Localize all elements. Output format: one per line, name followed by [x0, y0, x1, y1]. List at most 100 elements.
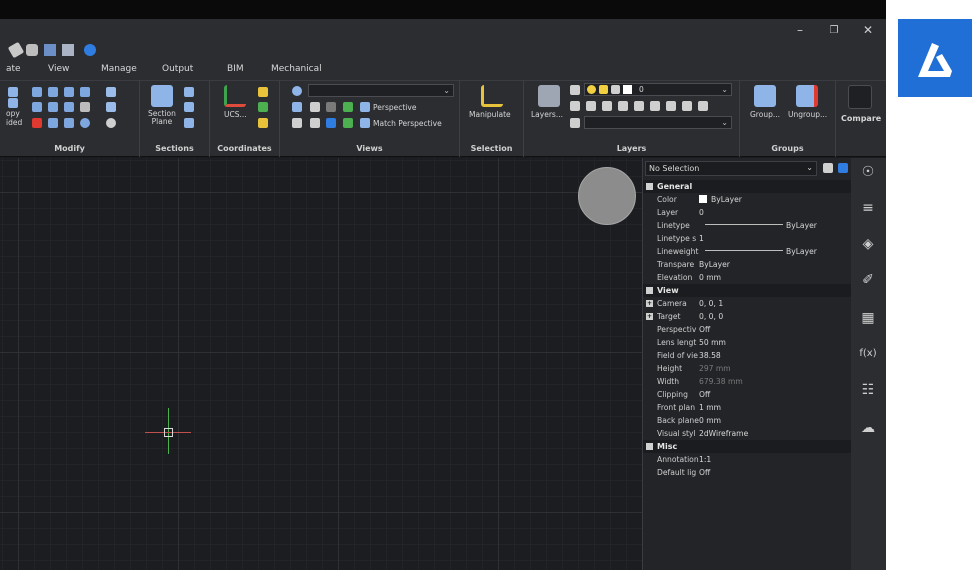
section-general[interactable]: General — [643, 180, 852, 193]
manipulate-button[interactable]: Manipulate — [469, 111, 511, 119]
property-row[interactable]: Linetype s1 — [643, 232, 852, 245]
property-value[interactable]: Off — [699, 388, 710, 401]
property-row[interactable]: Height 297 mm — [643, 362, 852, 375]
property-row[interactable]: Width 679.38 mm — [643, 375, 852, 388]
property-row[interactable]: Back plane 0 mm — [643, 414, 852, 427]
perspective-checkbox-icon[interactable] — [343, 102, 353, 112]
camera-icon[interactable] — [292, 102, 302, 112]
collapse-icon[interactable] — [646, 183, 653, 190]
rotate-icon[interactable] — [64, 102, 74, 112]
property-row[interactable]: Default lig Off — [643, 466, 852, 479]
group-icon[interactable] — [754, 85, 776, 107]
property-value[interactable]: ByLayer — [699, 193, 742, 206]
tab-output[interactable]: Output — [162, 64, 193, 74]
property-value[interactable]: 1 — [699, 232, 704, 245]
function-icon[interactable]: f(x) — [858, 344, 878, 364]
tab-view[interactable]: View — [48, 64, 69, 74]
break-icon[interactable] — [80, 102, 90, 112]
section-view[interactable]: View — [643, 284, 852, 297]
layers-stack-icon[interactable]: ◈ — [858, 234, 878, 254]
property-row[interactable]: Color ByLayer — [643, 193, 852, 206]
quick-select-icon[interactable] — [838, 163, 848, 173]
layer-tool-2[interactable] — [586, 101, 596, 111]
compare-button[interactable]: Compare — [841, 115, 881, 123]
section-icon-3[interactable] — [184, 118, 194, 128]
expand-icon[interactable]: + — [646, 300, 653, 307]
tab-manage[interactable]: Manage — [101, 64, 137, 74]
viewport-icon[interactable] — [62, 44, 74, 56]
property-value[interactable]: 0, 0, 1 — [699, 297, 723, 310]
layer-tool-3[interactable] — [602, 101, 612, 111]
close-button[interactable]: ✕ — [854, 22, 882, 39]
paperclip-icon[interactable]: ✐ — [858, 270, 878, 290]
layer-tool-5[interactable] — [634, 101, 644, 111]
properties-icon[interactable] — [26, 44, 38, 56]
ucs-icon[interactable] — [224, 85, 246, 107]
property-row[interactable]: Clipping Off — [643, 388, 852, 401]
lightbulb-icon[interactable]: ☉ — [858, 162, 878, 182]
layer-match-icon[interactable] — [570, 118, 580, 128]
layout-icon[interactable] — [44, 44, 56, 56]
collapse-icon[interactable] — [646, 287, 653, 294]
compare-icon[interactable] — [848, 85, 872, 109]
view-icon-3[interactable] — [292, 118, 302, 128]
sliders-icon[interactable]: ≡ — [858, 198, 878, 218]
match-perspective-icon[interactable] — [360, 118, 370, 128]
hatch-grid-icon[interactable]: ▦ — [858, 308, 878, 328]
minimize-button[interactable]: – — [786, 22, 814, 39]
mirror-icon[interactable] — [32, 87, 42, 97]
ucs-icon-3[interactable] — [258, 118, 268, 128]
section-plane-icon[interactable] — [151, 85, 173, 107]
help-icon[interactable] — [84, 44, 96, 56]
selection-dropdown[interactable]: No Selection ⌄ — [645, 161, 817, 176]
property-row[interactable]: + Camera 0, 0, 1 — [643, 297, 852, 310]
layer-dropdown[interactable]: 0 ⌄ — [584, 83, 732, 96]
trim-icon[interactable] — [32, 102, 42, 112]
property-row[interactable]: Front plan 1 mm — [643, 401, 852, 414]
offset-icon[interactable] — [64, 87, 74, 97]
explode-icon[interactable] — [48, 118, 58, 128]
property-value[interactable]: 0 — [699, 206, 704, 219]
ungroup-button[interactable]: Ungroup... — [788, 111, 827, 119]
layers-manager-icon[interactable] — [538, 85, 560, 107]
named-views-dropdown[interactable]: ⌄ — [308, 84, 454, 97]
cloud-upload-icon[interactable]: ☁ — [858, 418, 878, 438]
layer-state-icon[interactable] — [570, 85, 580, 95]
property-value[interactable]: 679.38 mm — [699, 375, 743, 388]
scale-icon[interactable] — [80, 87, 90, 97]
view-icon-2[interactable] — [326, 102, 336, 112]
fillet-icon[interactable] — [64, 118, 74, 128]
ungroup-icon[interactable] — [796, 85, 818, 107]
section-plane-button[interactable]: Section Plane — [148, 110, 176, 126]
property-row[interactable]: + Target 0, 0, 0 — [643, 310, 852, 323]
property-value[interactable]: ByLayer — [699, 258, 730, 271]
view-icon-6[interactable] — [343, 118, 353, 128]
property-value[interactable]: 1:1 — [699, 453, 711, 466]
perspective-button[interactable]: Perspective — [373, 104, 416, 112]
ucs-button[interactable]: UCS... — [224, 111, 247, 119]
layer-tool-7[interactable] — [666, 101, 676, 111]
layers-button[interactable]: Layers... — [531, 111, 563, 119]
property-row[interactable]: Lens lengt 50 mm — [643, 336, 852, 349]
restore-button[interactable]: ❐ — [820, 22, 848, 39]
ucs-icon-1[interactable] — [258, 87, 268, 97]
view-icon-5[interactable] — [326, 118, 336, 128]
property-value[interactable]: 0 mm — [699, 414, 721, 427]
align-icon[interactable] — [106, 118, 116, 128]
match-perspective-button[interactable]: Match Perspective — [373, 120, 442, 128]
property-value[interactable]: 50 mm — [699, 336, 726, 349]
property-value[interactable]: 297 mm — [699, 362, 731, 375]
property-row[interactable]: Lineweight ByLayer — [643, 245, 852, 258]
move-icon[interactable] — [8, 98, 18, 108]
layer-filter-dropdown[interactable]: ⌄ — [584, 116, 732, 129]
tab-mechanical[interactable]: Mechanical — [271, 64, 322, 74]
layer-tool-8[interactable] — [682, 101, 692, 111]
layer-tool-4[interactable] — [618, 101, 628, 111]
tab-create[interactable]: ate — [6, 64, 21, 74]
property-row[interactable]: Visual styl 2dWireframe — [643, 427, 852, 440]
property-value[interactable]: Off — [699, 466, 710, 479]
expand-icon[interactable]: + — [646, 313, 653, 320]
property-value[interactable]: 0, 0, 0 — [699, 310, 723, 323]
copy-icon[interactable] — [8, 87, 18, 97]
join-icon[interactable] — [80, 118, 90, 128]
